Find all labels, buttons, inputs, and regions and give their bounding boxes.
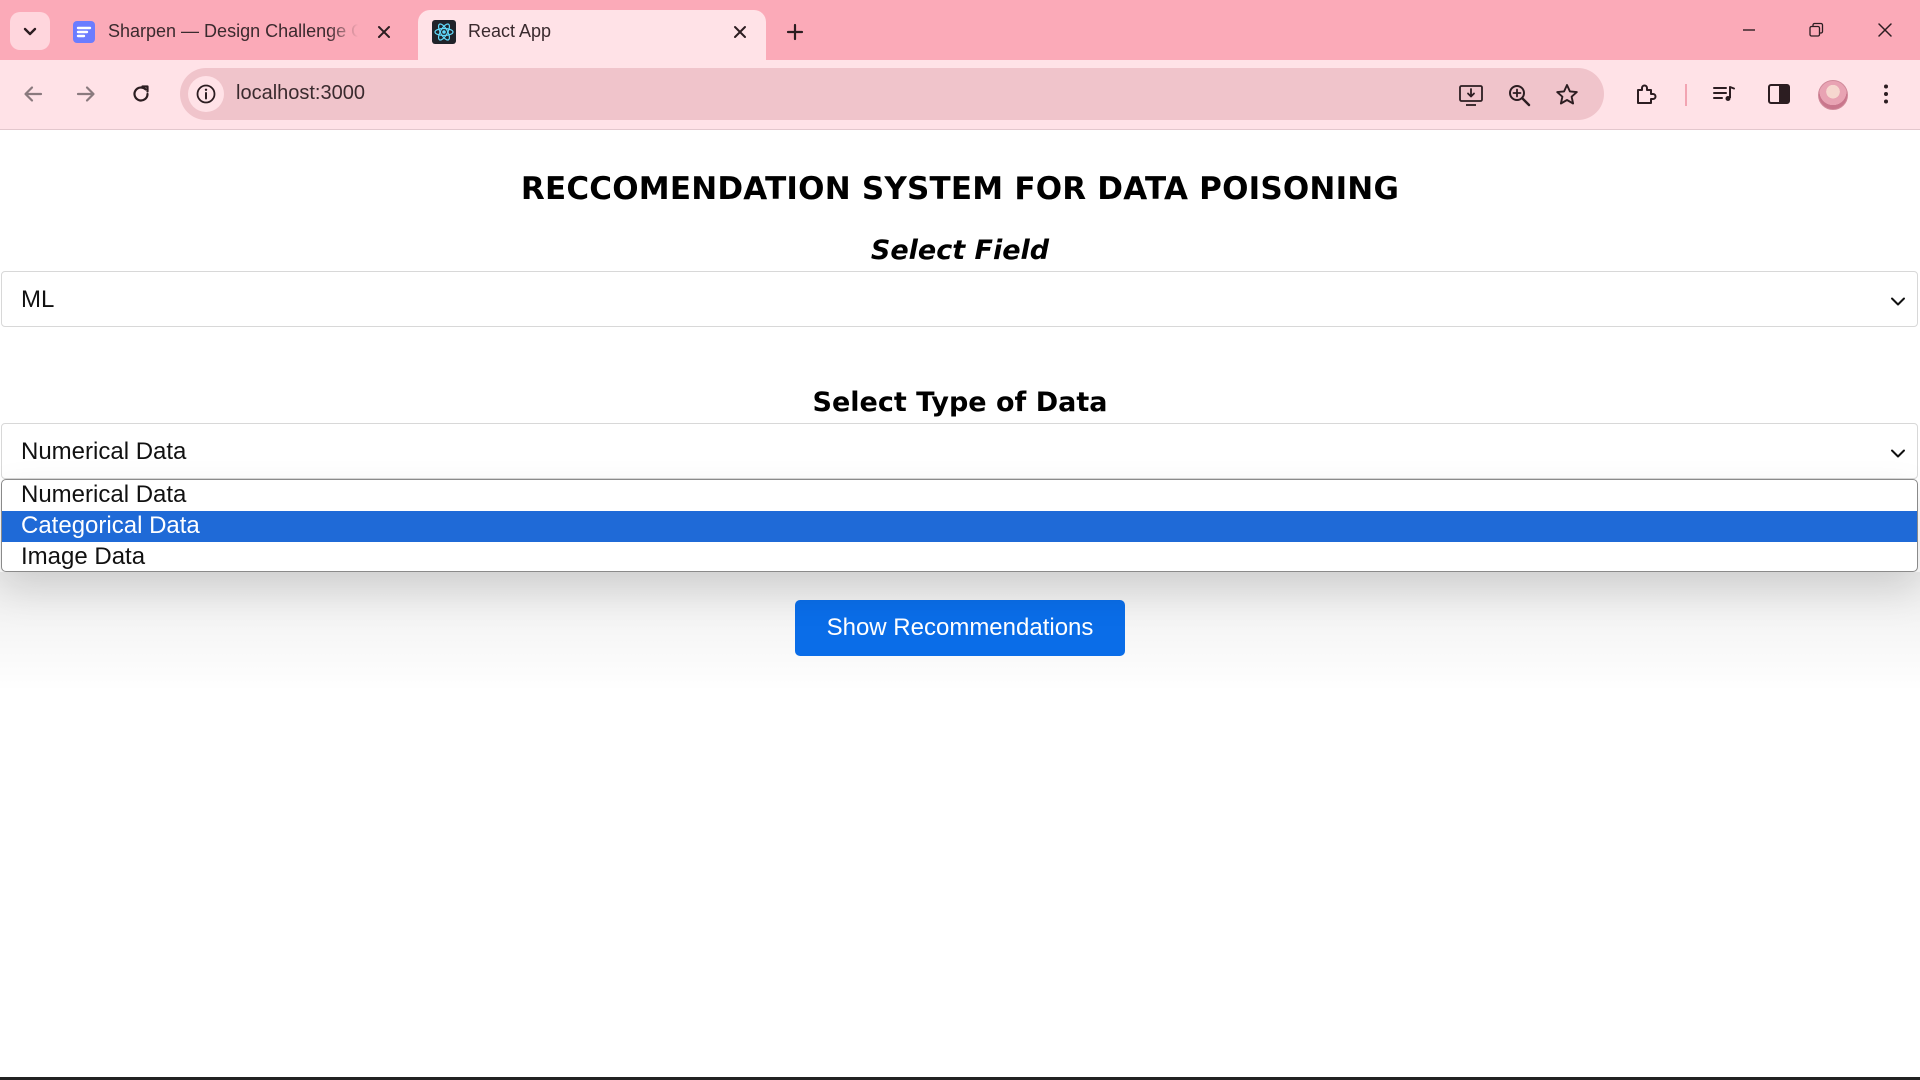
- page-title: RECCOMENDATION SYSTEM FOR DATA POISONING: [520, 171, 1400, 207]
- url-text: localhost:3000: [236, 82, 365, 104]
- option-image-data[interactable]: Image Data: [2, 542, 1917, 571]
- media-controls-icon[interactable]: [1706, 76, 1742, 112]
- select-field-label: Select Field: [870, 235, 1050, 266]
- minimize-icon: [1743, 29, 1755, 31]
- react-logo-icon: [432, 20, 456, 44]
- page-content: RECCOMENDATION SYSTEM FOR DATA POISONING…: [0, 131, 1920, 1080]
- chevron-down-icon: [23, 27, 37, 36]
- tab-search-button[interactable]: [10, 12, 50, 50]
- close-icon: [1878, 23, 1892, 37]
- profile-avatar[interactable]: [1818, 80, 1848, 110]
- close-tab-icon[interactable]: [726, 18, 754, 46]
- select-type-label: Select Type of Data: [812, 387, 1108, 418]
- forward-arrow-icon: [76, 86, 95, 102]
- option-categorical-data[interactable]: Categorical Data: [2, 511, 1917, 542]
- toolbar-divider: [1685, 84, 1687, 106]
- bookmark-star-icon[interactable]: [1552, 80, 1582, 110]
- data-type-select[interactable]: Numerical Data: [1, 423, 1918, 479]
- minimize-button[interactable]: [1726, 10, 1772, 50]
- tab-title: React App: [468, 21, 552, 41]
- install-app-icon[interactable]: [1456, 80, 1486, 110]
- data-type-options-list: Numerical Data Categorical Data Image Da…: [1, 479, 1918, 572]
- option-numerical-data[interactable]: Numerical Data: [2, 480, 1917, 511]
- tab-strip: Sharpen — Design Challenge Generator Rea…: [0, 0, 1920, 60]
- info-icon: [196, 84, 216, 104]
- tab-react-app[interactable]: React App: [418, 10, 766, 60]
- extensions-puzzle-icon[interactable]: [1628, 76, 1664, 112]
- new-tab-button[interactable]: [778, 15, 812, 49]
- more-menu-icon[interactable]: [1868, 76, 1904, 112]
- tab-sharpen[interactable]: Sharpen — Design Challenge Generator: [58, 10, 412, 60]
- plus-icon: [786, 23, 804, 41]
- browser-toolbar: localhost:3000: [0, 60, 1920, 130]
- back-button[interactable]: [14, 75, 52, 113]
- field-select-value: ML: [21, 286, 55, 313]
- close-window-button[interactable]: [1862, 10, 1908, 50]
- restore-button[interactable]: [1793, 10, 1839, 50]
- site-info-button[interactable]: [188, 76, 224, 112]
- show-recommendations-button[interactable]: Show Recommendations: [795, 600, 1125, 656]
- zoom-icon[interactable]: [1504, 80, 1534, 110]
- forward-button[interactable]: [67, 75, 105, 113]
- side-panel-icon[interactable]: [1761, 76, 1797, 112]
- chevron-down-icon: [1887, 442, 1909, 464]
- tab-title: Sharpen — Design Challenge Generator: [108, 21, 358, 41]
- address-bar[interactable]: localhost:3000: [180, 68, 1604, 120]
- reload-button[interactable]: [122, 75, 160, 113]
- restore-icon: [1809, 22, 1824, 37]
- chevron-down-icon: [1887, 290, 1909, 312]
- field-select[interactable]: ML: [1, 271, 1918, 327]
- reload-icon: [133, 85, 149, 102]
- back-arrow-icon: [24, 86, 43, 102]
- sharpen-logo-icon: [72, 20, 96, 44]
- close-tab-icon[interactable]: [370, 18, 398, 46]
- data-type-select-value: Numerical Data: [21, 438, 187, 465]
